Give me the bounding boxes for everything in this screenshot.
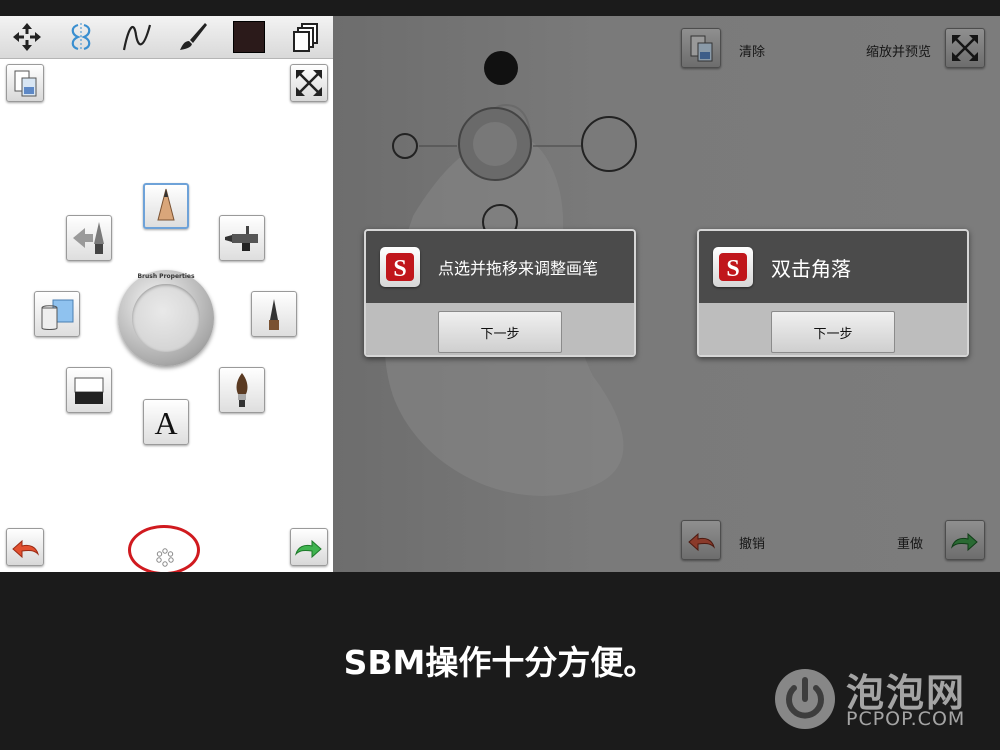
symmetry-icon[interactable] [64,20,98,54]
text-icon: A [154,405,177,441]
top-strip [0,0,1000,16]
redo-arrow-icon [950,532,978,552]
zoom-preview-label: 缩放并预览 [866,45,932,60]
puck-label: Brush Properties [137,273,195,280]
puck-toggle-icon[interactable] [154,547,176,569]
redo-button[interactable] [945,520,985,560]
watermark-sub: PCPOP.COM [846,708,966,730]
redo-label: 重做 [897,537,924,552]
popup-footer: 下一步 [699,303,967,355]
next-step-button[interactable]: 下一步 [438,311,562,353]
undo-label: 撤销 [739,537,766,552]
paintbrush-icon [236,373,248,407]
pencil-icon [157,188,175,221]
ink-pen-icon [269,299,279,330]
text-tool[interactable]: A [143,399,189,445]
undo-arrow-icon [12,539,40,559]
eraser-icon [74,377,104,404]
popup-footer: 下一步 [366,303,634,355]
undo-button[interactable] [681,520,721,560]
eraser-tool[interactable] [66,367,112,413]
layers-icon[interactable] [288,20,322,54]
watermark: 泡泡网 PCPOP.COM [772,660,982,736]
sketchbook-app-icon: S [380,247,420,287]
clear-icon [14,70,37,97]
move-icon[interactable] [10,20,44,54]
clear-icon [690,35,713,62]
expand-icon [296,70,322,96]
redo-arrow-icon [294,539,322,559]
svg-text:S: S [726,256,739,282]
brush-properties-puck[interactable]: Brush Properties [118,270,214,366]
svg-text:A: A [154,405,177,441]
clear-label: 清除 [739,45,766,60]
tutorial-popup-corner: S 双击角落 下一步 [697,229,969,357]
smudge-tool[interactable] [66,215,112,261]
sketchbook-left-panel: A Brush Properties [0,16,333,572]
tutorial-overlay: 清除 缩放并预览 S 点选并拖移来调整画笔 下一步 S 双击角落 下一步 撤销 … [333,16,1000,572]
color-swatch-icon[interactable] [232,20,266,54]
undo-button-left[interactable] [6,528,44,566]
popup-header: S 双击角落 [699,231,967,303]
tutorial-popup-brush: S 点选并拖移来调整画笔 下一步 [364,229,636,357]
airbrush-tool[interactable] [219,215,265,261]
fullscreen-button[interactable] [290,64,328,102]
expand-icon [952,35,978,61]
sketchbook-app-icon: S [713,247,753,287]
undo-arrow-icon [688,532,716,552]
clear-button[interactable] [681,28,721,68]
next-step-button[interactable]: 下一步 [771,311,895,353]
toolbar [0,16,333,59]
curve-icon[interactable] [120,20,154,54]
redo-button-left[interactable] [290,528,328,566]
puck-center[interactable] [132,284,200,352]
zoom-preview-button[interactable] [945,28,985,68]
airbrush-icon [225,226,258,251]
power-logo-icon [775,669,835,729]
paint-bucket-icon [41,299,74,330]
pencil-tool[interactable] [143,183,189,229]
ink-pen-tool[interactable] [251,291,297,337]
brush-icon[interactable] [176,20,210,54]
svg-text:S: S [393,256,406,282]
popup-title: 双击角落 [771,257,851,281]
smudge-icon [73,222,104,254]
paintbrush-tool[interactable] [219,367,265,413]
clear-canvas-button[interactable] [6,64,44,102]
popup-title: 点选并拖移来调整画笔 [438,259,599,278]
fill-tool[interactable] [34,291,80,337]
popup-header: S 点选并拖移来调整画笔 [366,231,634,303]
